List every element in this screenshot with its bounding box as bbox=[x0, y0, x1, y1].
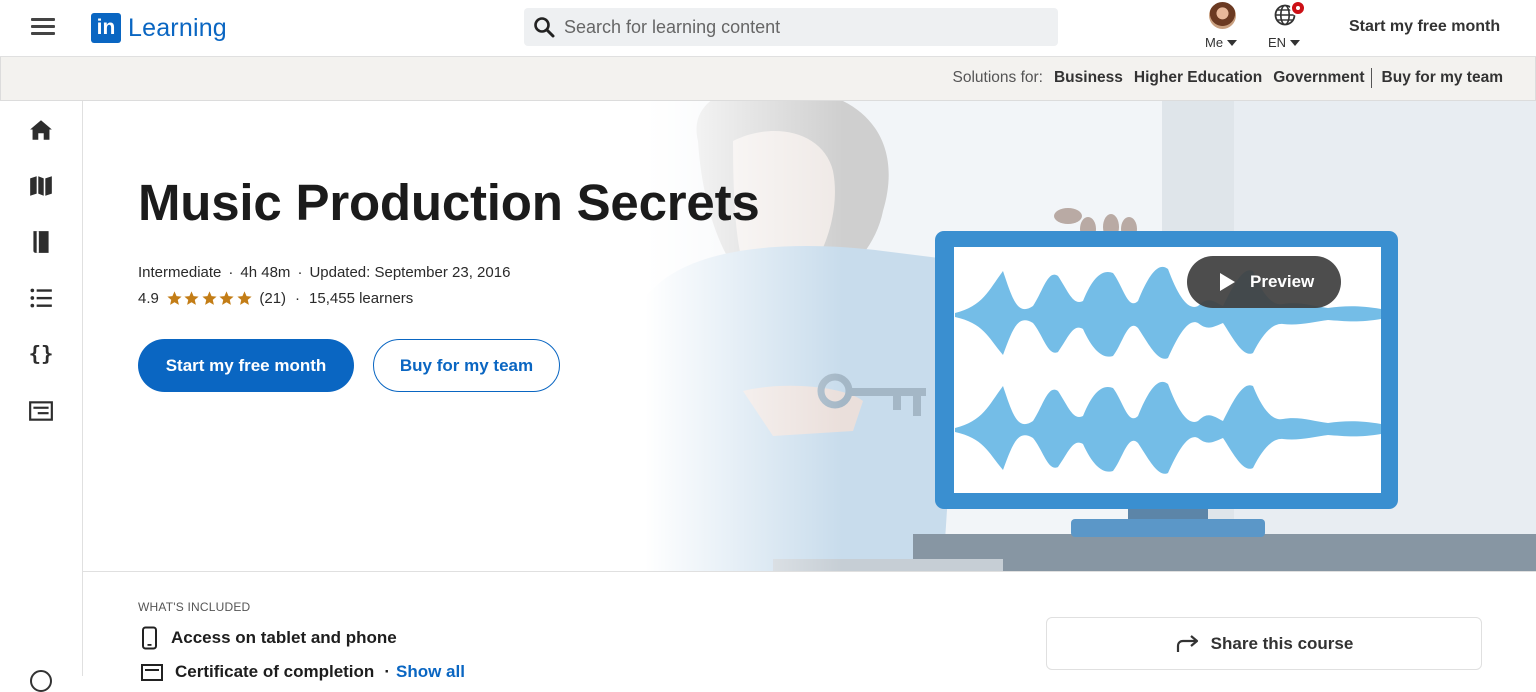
course-updated: Updated: September 23, 2016 bbox=[309, 264, 511, 281]
logo-product-name: Learning bbox=[128, 13, 227, 42]
star-icon bbox=[219, 291, 234, 305]
start-free-month-button[interactable]: Start my free month bbox=[138, 339, 354, 392]
course-level: Intermediate bbox=[138, 264, 222, 281]
review-count[interactable]: (21) bbox=[259, 290, 286, 307]
solutions-bar: Solutions for: Business Higher Education… bbox=[0, 57, 1536, 101]
list-icon[interactable] bbox=[28, 285, 54, 311]
start-free-month-link[interactable]: Start my free month bbox=[1349, 18, 1500, 36]
show-all-link[interactable]: Show all bbox=[396, 662, 465, 682]
svg-text:{}: {} bbox=[29, 342, 54, 366]
star-icon bbox=[237, 291, 252, 305]
language-menu[interactable]: EN bbox=[1265, 0, 1315, 56]
map-icon[interactable] bbox=[28, 173, 54, 199]
preview-label: Preview bbox=[1250, 272, 1315, 291]
solutions-link-government[interactable]: Government bbox=[1273, 69, 1364, 87]
me-menu[interactable]: Me bbox=[1200, 0, 1246, 56]
included-item-label: Certificate of completion bbox=[175, 662, 375, 681]
search-icon[interactable] bbox=[532, 15, 556, 39]
left-nav-rail: {} bbox=[0, 101, 83, 676]
certificate-icon bbox=[141, 664, 163, 681]
caret-down-icon bbox=[1227, 40, 1238, 46]
buy-for-my-team-button[interactable]: Buy for my team bbox=[373, 339, 560, 392]
course-meta: Intermediate · 4h 48m · Updated: September 2… bbox=[138, 264, 511, 281]
search-bar[interactable] bbox=[524, 8, 1058, 46]
code-icon[interactable]: {} bbox=[28, 341, 54, 367]
preview-button[interactable]: Preview bbox=[1187, 256, 1341, 308]
learner-count: 15,455 learners bbox=[309, 290, 414, 307]
linkedin-learning-logo[interactable]: in Learning bbox=[91, 12, 227, 44]
solutions-link-buy-for-my-team[interactable]: Buy for my team bbox=[1382, 69, 1503, 87]
play-icon bbox=[1220, 273, 1235, 291]
included-item-tablet-phone: Access on tablet and phone bbox=[141, 626, 397, 650]
star-icon bbox=[167, 291, 182, 305]
whats-included-heading: WHAT'S INCLUDED bbox=[138, 600, 251, 614]
divider bbox=[1370, 68, 1372, 88]
menu-icon[interactable] bbox=[31, 16, 55, 36]
star-icon bbox=[184, 291, 199, 305]
avatar[interactable] bbox=[1209, 2, 1236, 29]
share-icon bbox=[1176, 634, 1198, 652]
share-course-button[interactable]: Share this course bbox=[1046, 617, 1482, 670]
help-icon[interactable] bbox=[30, 670, 52, 692]
me-label: Me bbox=[1205, 35, 1224, 50]
linkedin-logo-icon: in bbox=[91, 13, 121, 43]
course-duration: 4h 48m bbox=[240, 264, 291, 281]
caret-down-icon bbox=[1290, 40, 1301, 46]
solutions-link-higher-education[interactable]: Higher Education bbox=[1134, 69, 1262, 87]
home-icon[interactable] bbox=[28, 117, 54, 143]
included-item-label: Access on tablet and phone bbox=[171, 628, 397, 647]
certificate-icon[interactable] bbox=[28, 398, 54, 424]
hero-gradient-overlay bbox=[83, 101, 843, 571]
solutions-label: Solutions for: bbox=[952, 69, 1043, 86]
phone-icon bbox=[142, 626, 157, 650]
notification-badge bbox=[1290, 0, 1306, 16]
included-item-certificate: Certificate of completion · Show all bbox=[141, 662, 465, 682]
course-rating: 4.9 (21) · 15,455 learners bbox=[138, 290, 414, 307]
book-icon[interactable] bbox=[28, 229, 54, 255]
course-title: Music Production Secrets bbox=[138, 174, 760, 231]
share-label: Share this course bbox=[1210, 633, 1354, 653]
search-input[interactable] bbox=[564, 16, 1044, 38]
solutions-link-business[interactable]: Business bbox=[1054, 69, 1123, 87]
rating-stars bbox=[166, 290, 254, 307]
rating-value: 4.9 bbox=[138, 290, 159, 307]
top-header: in Learning Me EN Start my free month bbox=[0, 0, 1536, 57]
star-icon bbox=[202, 291, 217, 305]
language-label: EN bbox=[1268, 35, 1287, 50]
course-hero: Music Production Secrets Intermediate · 4h… bbox=[83, 101, 1536, 572]
